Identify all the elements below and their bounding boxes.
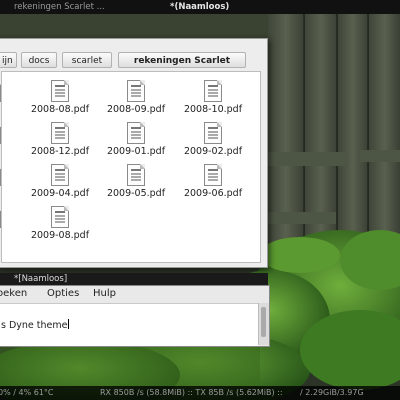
file-name: 2009-02.pdf — [183, 146, 243, 157]
breadcrumb-button-current-folder[interactable]: rekeningen Scarlet — [118, 52, 246, 68]
taskbar-item-editor[interactable]: *(Naamloos) — [170, 0, 229, 14]
pdf-document-icon — [51, 122, 69, 144]
menu-help[interactable]: Hulp — [93, 286, 116, 302]
file-name: 2009-06.pdf — [183, 188, 243, 199]
pdf-document-icon — [0, 80, 1, 102]
text-caret — [68, 319, 70, 329]
editor-titlebar[interactable]: *[Naamloos] — [0, 273, 268, 285]
file-item[interactable]: 2008-09.pdf — [98, 80, 174, 116]
scrollbar-thumb[interactable] — [261, 307, 266, 337]
pdf-document-icon — [0, 164, 1, 186]
pdf-document-icon — [204, 80, 222, 102]
file-manager-window: ijn docs scarlet rekeningen Scarlet pdf … — [0, 38, 268, 268]
editor-text-area[interactable]: s Dyne theme — [0, 303, 259, 346]
pdf-document-icon — [127, 122, 145, 144]
pdf-document-icon — [51, 206, 69, 228]
breadcrumb-button[interactable]: ijn — [0, 52, 17, 68]
pdf-document-icon — [204, 164, 222, 186]
file-item[interactable]: 2009-08.pdf — [22, 206, 98, 242]
pdf-document-icon — [127, 164, 145, 186]
system-status-bar: 0% / 4% 61°C RX 850B /s (58.8MiB) :: TX … — [0, 386, 400, 400]
menu-bar: oeken Opties Hulp — [0, 286, 269, 302]
network-status: RX 850B /s (58.8MiB) :: TX 85B /s (5.62M… — [100, 388, 283, 397]
file-item[interactable]: 2009-04.pdf — [22, 164, 98, 200]
pdf-document-icon — [0, 206, 1, 228]
file-item[interactable]: 2009-05.pdf — [98, 164, 174, 200]
pdf-document-icon — [127, 80, 145, 102]
menu-options[interactable]: Opties — [47, 286, 79, 302]
file-item[interactable]: 2008-12.pdf — [22, 122, 98, 158]
editor-text: s Dyne theme — [1, 320, 68, 331]
file-name: 2009-05.pdf — [106, 188, 166, 199]
file-name: 2008-09.pdf — [106, 104, 166, 115]
file-name: 2009-04.pdf — [30, 188, 90, 199]
editor-title: *[Naamloos] — [14, 274, 68, 284]
breadcrumb: ijn docs scarlet rekeningen Scarlet — [0, 52, 267, 70]
cpu-status: 0% / 4% 61°C — [0, 388, 54, 397]
file-item[interactable]: 2009-02.pdf — [175, 122, 251, 158]
file-name: 2008-10.pdf — [183, 104, 243, 115]
breadcrumb-button-scarlet[interactable]: scarlet — [62, 52, 112, 68]
file-name: 2009-08.pdf — [30, 230, 90, 241]
text-editor-window: oeken Opties Hulp s Dyne theme — [0, 285, 270, 347]
file-item[interactable]: 2008-10.pdf — [175, 80, 251, 116]
pdf-document-icon — [51, 164, 69, 186]
menu-search[interactable]: oeken — [0, 286, 27, 302]
pdf-document-icon — [51, 80, 69, 102]
vertical-scrollbar[interactable] — [258, 303, 269, 345]
editor-text-line: s Dyne theme — [1, 319, 70, 331]
taskbar-item-file-manager[interactable]: rekeningen Scarlet ... — [14, 0, 105, 14]
file-list: pdf 2008-08.pdf 2008-09.pdf 2008-10.pdf … — [0, 71, 261, 263]
pdf-document-icon — [0, 122, 1, 144]
file-item[interactable]: 2009-06.pdf — [175, 164, 251, 200]
file-name: 2008-12.pdf — [30, 146, 90, 157]
breadcrumb-button-docs[interactable]: docs — [21, 52, 57, 68]
file-item[interactable]: 2009-01.pdf — [98, 122, 174, 158]
memory-status: / 2.29GiB/3.97G — [300, 388, 364, 397]
pdf-document-icon — [204, 122, 222, 144]
top-taskbar: rekeningen Scarlet ... *(Naamloos) — [0, 0, 400, 14]
file-name: 2009-01.pdf — [106, 146, 166, 157]
file-name: 2008-08.pdf — [30, 104, 90, 115]
file-item[interactable]: 2008-08.pdf — [22, 80, 98, 116]
